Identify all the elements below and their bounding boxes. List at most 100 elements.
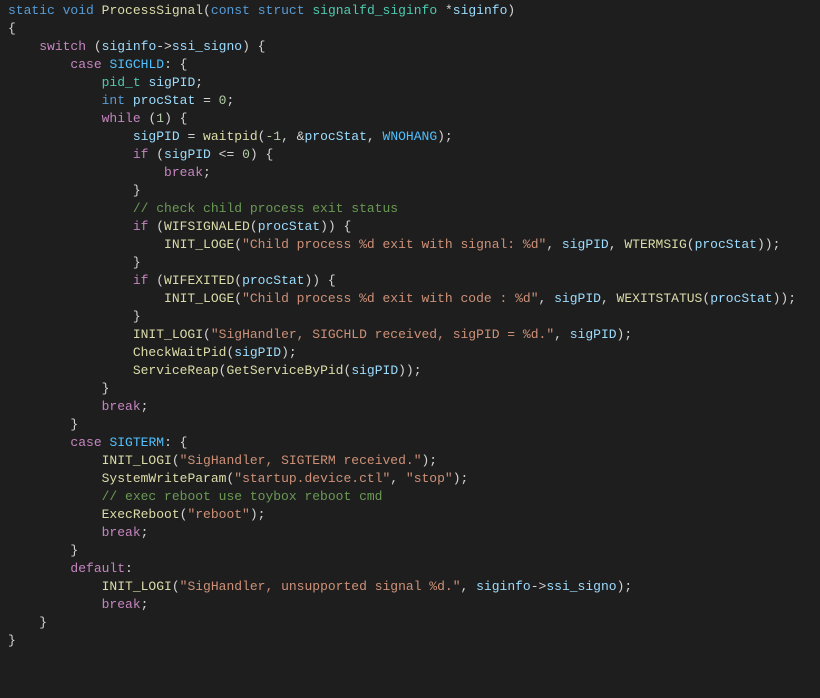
- macro-init-loge: INIT_LOGE: [164, 291, 234, 306]
- code-line: INIT_LOGI("SigHandler, SIGTERM received.…: [0, 452, 820, 470]
- code-line: break;: [0, 524, 820, 542]
- const-sigchld: SIGCHLD: [109, 57, 164, 72]
- string-sigchld-recv: "SigHandler, SIGCHLD received, sigPID = …: [211, 327, 554, 342]
- code-line: while (1) {: [0, 110, 820, 128]
- macro-init-loge: INIT_LOGE: [164, 237, 234, 252]
- ident-procstat: procStat: [304, 129, 366, 144]
- code-line: case SIGTERM: {: [0, 434, 820, 452]
- fn-execreboot: ExecReboot: [102, 507, 180, 522]
- macro-init-logi: INIT_LOGI: [102, 579, 172, 594]
- string-unsupported: "SigHandler, unsupported signal %d.": [180, 579, 461, 594]
- ident-sigpid: sigPID: [164, 147, 211, 162]
- keyword-break: break: [102, 399, 141, 414]
- code-line: break;: [0, 596, 820, 614]
- code-line: ServiceReap(GetServiceByPid(sigPID));: [0, 362, 820, 380]
- code-editor[interactable]: static void ProcessSignal(const struct s…: [0, 0, 820, 652]
- code-line: }: [0, 254, 820, 272]
- ident-sigpid: sigPID: [570, 327, 617, 342]
- string-sigterm-recv: "SigHandler, SIGTERM received.": [180, 453, 422, 468]
- keyword-const: const: [211, 3, 250, 18]
- ident-sigpid: sigPID: [351, 363, 398, 378]
- ident-procstat: procStat: [710, 291, 772, 306]
- ident-procstat: procStat: [242, 273, 304, 288]
- comment-exec-reboot: // exec reboot use toybox reboot cmd: [102, 489, 383, 504]
- code-line: if (WIFEXITED(procStat)) {: [0, 272, 820, 290]
- keyword-struct: struct: [258, 3, 305, 18]
- ident-ssi-signo: ssi_signo: [546, 579, 616, 594]
- code-line: // exec reboot use toybox reboot cmd: [0, 488, 820, 506]
- ident-procstat: procStat: [695, 237, 757, 252]
- code-line: }: [0, 182, 820, 200]
- ident-sigpid: sigPID: [562, 237, 609, 252]
- keyword-if: if: [133, 219, 149, 234]
- code-line: pid_t sigPID;: [0, 74, 820, 92]
- number-neg1: -1: [265, 129, 281, 144]
- keyword-default: default: [70, 561, 125, 576]
- keyword-void: void: [63, 3, 94, 18]
- code-line: }: [0, 380, 820, 398]
- function-name: ProcessSignal: [102, 3, 203, 18]
- code-line: static void ProcessSignal(const struct s…: [0, 2, 820, 20]
- code-line: default:: [0, 560, 820, 578]
- macro-wifsignaled: WIFSIGNALED: [164, 219, 250, 234]
- code-line: int procStat = 0;: [0, 92, 820, 110]
- code-line: break;: [0, 164, 820, 182]
- keyword-while: while: [102, 111, 141, 126]
- const-sigterm: SIGTERM: [109, 435, 164, 450]
- code-line: {: [0, 20, 820, 38]
- macro-init-logi: INIT_LOGI: [133, 327, 203, 342]
- code-line: INIT_LOGE("Child process %d exit with si…: [0, 236, 820, 254]
- code-line: }: [0, 416, 820, 434]
- keyword-break: break: [102, 525, 141, 540]
- code-line: // check child process exit status: [0, 200, 820, 218]
- macro-wtermsig: WTERMSIG: [624, 237, 686, 252]
- keyword-switch: switch: [39, 39, 86, 54]
- string-child-signal: "Child process %d exit with signal: %d": [242, 237, 546, 252]
- fn-servicereap: ServiceReap: [133, 363, 219, 378]
- keyword-break: break: [102, 597, 141, 612]
- ident-procstat: procStat: [258, 219, 320, 234]
- code-line: }: [0, 542, 820, 560]
- keyword-if: if: [133, 273, 149, 288]
- code-line: ExecReboot("reboot");: [0, 506, 820, 524]
- string-stop: "stop": [406, 471, 453, 486]
- keyword-int: int: [102, 93, 125, 108]
- fn-waitpid: waitpid: [203, 129, 258, 144]
- code-line: }: [0, 614, 820, 632]
- string-reboot: "reboot": [187, 507, 249, 522]
- fn-checkwaitpid: CheckWaitPid: [133, 345, 227, 360]
- code-line: CheckWaitPid(sigPID);: [0, 344, 820, 362]
- ident-ssi-signo: ssi_signo: [172, 39, 242, 54]
- number-zero: 0: [242, 147, 250, 162]
- ident-sigpid: sigPID: [554, 291, 601, 306]
- keyword-case: case: [70, 57, 101, 72]
- macro-init-logi: INIT_LOGI: [102, 453, 172, 468]
- comment-check-child: // check child process exit status: [133, 201, 398, 216]
- code-line: INIT_LOGI("SigHandler, SIGCHLD received,…: [0, 326, 820, 344]
- code-line: case SIGCHLD: {: [0, 56, 820, 74]
- code-line: INIT_LOGE("Child process %d exit with co…: [0, 290, 820, 308]
- type-name: signalfd_siginfo: [312, 3, 437, 18]
- ident-sigpid: sigPID: [234, 345, 281, 360]
- string-child-code: "Child process %d exit with code : %d": [242, 291, 538, 306]
- ident-procstat: procStat: [133, 93, 195, 108]
- keyword-static: static: [8, 3, 55, 18]
- string-startup-key: "startup.device.ctl": [234, 471, 390, 486]
- type-pid-t: pid_t: [102, 75, 141, 90]
- keyword-break: break: [164, 165, 203, 180]
- keyword-if: if: [133, 147, 149, 162]
- code-line: SystemWriteParam("startup.device.ctl", "…: [0, 470, 820, 488]
- ident-siginfo: siginfo: [476, 579, 531, 594]
- code-line: if (sigPID <= 0) {: [0, 146, 820, 164]
- code-line: sigPID = waitpid(-1, &procStat, WNOHANG)…: [0, 128, 820, 146]
- code-line: INIT_LOGI("SigHandler, unsupported signa…: [0, 578, 820, 596]
- number-one: 1: [156, 111, 164, 126]
- fn-systemwriteparam: SystemWriteParam: [102, 471, 227, 486]
- fn-getservicebypid: GetServiceByPid: [226, 363, 343, 378]
- keyword-case: case: [70, 435, 101, 450]
- code-line: }: [0, 308, 820, 326]
- param-siginfo: siginfo: [453, 3, 508, 18]
- macro-wexitstatus: WEXITSTATUS: [617, 291, 703, 306]
- code-line: switch (siginfo->ssi_signo) {: [0, 38, 820, 56]
- code-line: }: [0, 632, 820, 650]
